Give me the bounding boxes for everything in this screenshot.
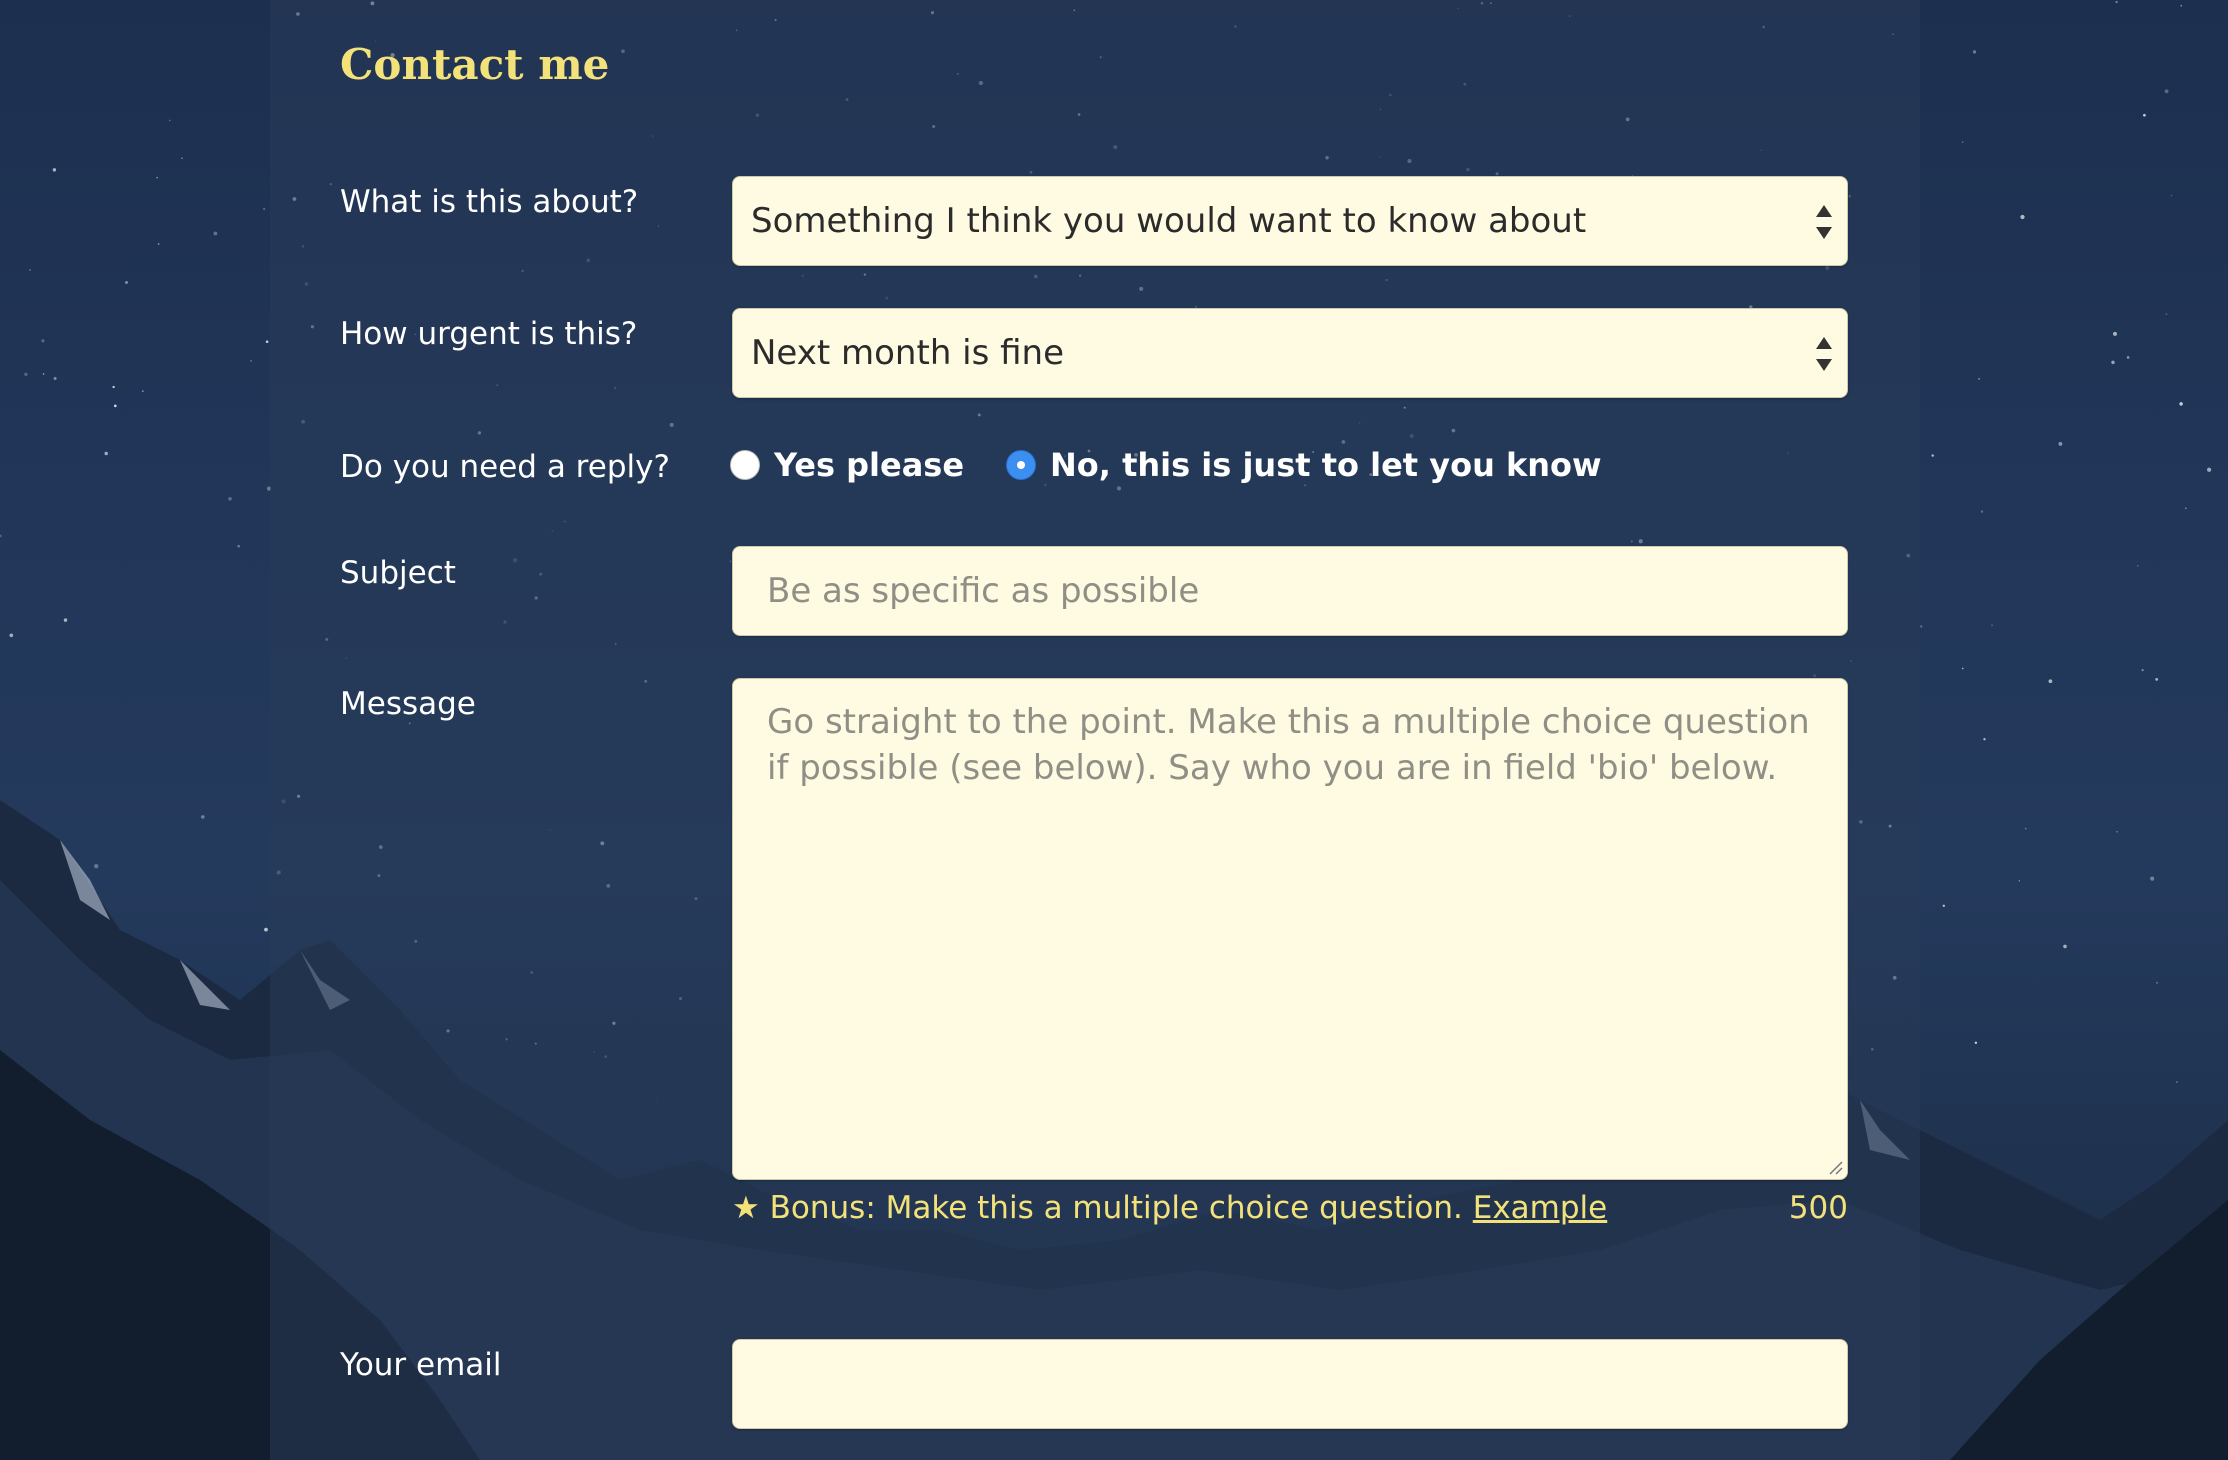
star [250, 360, 252, 362]
star [1942, 904, 1946, 908]
star [2115, 0, 2118, 4]
star [201, 815, 205, 819]
reply-label: Do you need a reply? [340, 449, 670, 485]
star [2164, 89, 2169, 94]
star [0, 534, 2, 538]
reply-option-yes-label: Yes please [774, 446, 965, 484]
star [1980, 510, 1984, 513]
radio-checked-icon[interactable] [1006, 450, 1036, 480]
star [9, 633, 14, 638]
star [157, 243, 160, 245]
star [2143, 113, 2146, 117]
star [113, 404, 117, 408]
page-title: Contact me [340, 40, 610, 89]
email-input[interactable] [732, 1339, 1848, 1429]
star [2206, 467, 2212, 472]
star [237, 544, 240, 548]
star [112, 385, 115, 389]
select-arrows-icon [1816, 205, 1832, 239]
star [52, 168, 57, 172]
reply-option-no-label: No, this is just to let you know [1050, 446, 1602, 484]
star [1983, 738, 1986, 741]
star [94, 864, 99, 869]
bonus-hint: ★ Bonus: Make this a multiple choice que… [732, 1190, 1607, 1226]
star [2063, 944, 2067, 949]
star [125, 281, 128, 284]
star [2180, 4, 2182, 7]
urgency-label: How urgent is this? [340, 316, 638, 352]
subject-input[interactable]: Be as specific as possible [732, 546, 1848, 636]
reply-option-no[interactable]: No, this is just to let you know [1006, 446, 1602, 484]
star [2116, 831, 2118, 833]
star [2165, 313, 2168, 315]
star [24, 372, 28, 377]
example-link[interactable]: Example [1473, 1190, 1608, 1226]
star [1974, 1041, 1978, 1045]
star [263, 207, 266, 211]
star [2179, 402, 2183, 406]
char-counter: 500 [1788, 1190, 1848, 1226]
message-label: Message [340, 686, 476, 722]
star [1961, 141, 1964, 143]
star [2170, 194, 2173, 197]
reply-option-yes[interactable]: Yes please [730, 446, 964, 484]
urgency-select[interactable]: Next month is fine [732, 308, 1848, 398]
star [1978, 377, 1981, 380]
star [2175, 1080, 2178, 1084]
star [1972, 50, 1977, 54]
message-placeholder: Go straight to the point. Make this a mu… [767, 702, 1810, 788]
star [2112, 331, 2118, 336]
topic-select[interactable]: Something I think you would want to know… [732, 176, 1848, 266]
radio-unchecked-icon[interactable] [730, 450, 760, 480]
topic-label: What is this about? [340, 184, 639, 220]
urgency-select-value: Next month is fine [751, 333, 1065, 373]
subject-placeholder: Be as specific as possible [767, 571, 1200, 611]
star [141, 390, 144, 393]
star [2048, 679, 2053, 684]
select-arrows-icon [1816, 337, 1832, 371]
message-textarea[interactable]: Go straight to the point. Make this a mu… [732, 678, 1848, 1180]
star [63, 618, 68, 622]
star [2155, 678, 2159, 681]
star [104, 451, 108, 456]
star [2024, 827, 2027, 830]
star [53, 376, 57, 381]
star [2126, 356, 2130, 359]
star [228, 496, 232, 501]
star [1961, 667, 1964, 670]
star [2141, 668, 2144, 672]
star [2156, 981, 2158, 984]
bonus-text: Bonus: Make this a multiple choice quest… [769, 1190, 1463, 1226]
star [41, 339, 45, 343]
star [156, 176, 158, 179]
star [1991, 624, 1993, 627]
star [168, 119, 171, 122]
topic-select-value: Something I think you would want to know… [751, 201, 1587, 241]
star [213, 231, 218, 236]
star [265, 340, 269, 343]
star [2018, 880, 2021, 882]
star [1920, 625, 1923, 628]
star [2020, 214, 2025, 220]
star [29, 269, 31, 271]
resize-handle-icon[interactable] [1827, 1159, 1843, 1175]
subject-label: Subject [340, 555, 456, 591]
star [1931, 454, 1934, 457]
star [264, 927, 268, 932]
star [2137, 565, 2139, 567]
email-label: Your email [340, 1347, 502, 1383]
star [2185, 507, 2187, 509]
star [181, 157, 183, 160]
star [2150, 876, 2155, 881]
star-icon: ★ [732, 1190, 760, 1226]
star [2111, 360, 2115, 365]
star [2058, 441, 2063, 446]
star [42, 373, 45, 375]
